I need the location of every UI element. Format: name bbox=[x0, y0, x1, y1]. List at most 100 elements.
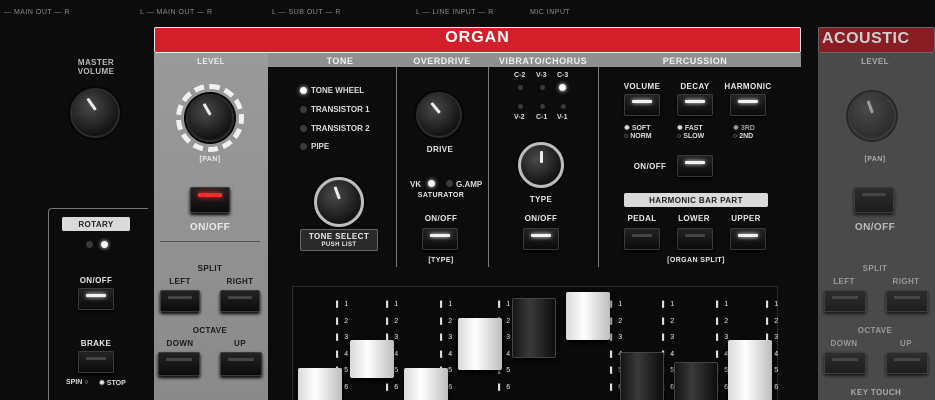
main-out-label-partial: — MAIN OUT — R bbox=[4, 9, 70, 16]
stop-label: ✹ STOP bbox=[99, 380, 126, 387]
perc-decay-button[interactable] bbox=[677, 94, 713, 116]
acoustic-on-off-button[interactable] bbox=[854, 187, 894, 213]
vibrato-type-knob[interactable] bbox=[518, 142, 564, 188]
rotary-slow-led bbox=[86, 241, 93, 248]
tone-wheel-led bbox=[300, 87, 307, 94]
acoustic-octave-down-button[interactable] bbox=[824, 352, 866, 374]
perc-harmonic-label: HARMONIC bbox=[724, 82, 772, 91]
drawbar-1[interactable] bbox=[298, 368, 342, 400]
acoustic-split-left-label: LEFT bbox=[833, 277, 855, 286]
master-volume-knob[interactable] bbox=[70, 88, 120, 138]
tone-option-1: TONE WHEEL bbox=[311, 86, 365, 95]
led-indicator bbox=[894, 358, 920, 361]
perc-volume-button[interactable] bbox=[624, 94, 660, 116]
harmonic-bar-title: HARMONIC BAR PART bbox=[649, 196, 743, 205]
drawbar-6[interactable] bbox=[566, 292, 610, 340]
upper-button[interactable] bbox=[730, 228, 766, 250]
vc-led bbox=[561, 104, 566, 109]
second-label: ○ 2ND bbox=[733, 133, 754, 140]
perc-harmonic-button[interactable] bbox=[730, 94, 766, 116]
acoustic-split-right-button[interactable] bbox=[886, 290, 928, 312]
fast-label: ✹ FAST bbox=[677, 125, 703, 132]
drive-knob[interactable] bbox=[416, 92, 462, 138]
octave-down-label: DOWN bbox=[166, 339, 194, 348]
brake-button[interactable] bbox=[78, 351, 114, 373]
line-input-label: L — LINE INPUT — R bbox=[416, 9, 494, 16]
acoustic-octave-label: OCTAVE bbox=[857, 326, 893, 335]
overdrive-on-off-label: ON/OFF bbox=[424, 214, 458, 223]
spin-label: SPIN ○ bbox=[66, 379, 89, 386]
organ-title: ORGAN bbox=[445, 29, 510, 46]
drawbar-8[interactable] bbox=[674, 362, 718, 400]
brake-label: BRAKE bbox=[80, 339, 112, 348]
tone-option-3: TRANSISTOR 2 bbox=[311, 124, 370, 133]
led-indicator bbox=[166, 358, 192, 361]
led-indicator bbox=[228, 358, 254, 361]
organ-level-knob[interactable] bbox=[186, 94, 234, 142]
upper-label: UPPER bbox=[731, 214, 761, 223]
overdrive-on-off-button[interactable] bbox=[422, 228, 458, 250]
vc-led bbox=[518, 85, 523, 90]
led-indicator bbox=[894, 296, 920, 299]
master-volume-label-2: VOLUME bbox=[77, 67, 115, 76]
vibrato-on-off-label: ON/OFF bbox=[524, 214, 558, 223]
acoustic-split-right-label: RIGHT bbox=[892, 277, 920, 286]
led-indicator bbox=[685, 234, 705, 237]
soft-label: ✹ SOFT bbox=[624, 125, 651, 132]
acoustic-level-label: LEVEL bbox=[861, 57, 889, 66]
led-indicator bbox=[832, 358, 858, 361]
acoustic-octave-down-label: DOWN bbox=[830, 339, 858, 348]
knob-pointer-icon bbox=[429, 101, 441, 114]
drawbar-2[interactable] bbox=[350, 340, 394, 378]
key-touch-label: KEY TOUCH bbox=[850, 388, 902, 397]
drawbar-7[interactable] bbox=[620, 352, 664, 400]
pipe-led bbox=[300, 143, 307, 150]
vc-led bbox=[518, 104, 523, 109]
tone-select-label: TONE SELECT bbox=[308, 232, 370, 241]
divider bbox=[396, 67, 397, 267]
led-indicator bbox=[86, 357, 106, 360]
split-left-button[interactable] bbox=[160, 290, 200, 312]
vc-top-3: C-3 bbox=[557, 72, 569, 79]
acoustic-split-left-button[interactable] bbox=[824, 290, 866, 312]
led-indicator bbox=[832, 296, 858, 299]
drawbar-5[interactable] bbox=[512, 298, 556, 358]
split-right-button[interactable] bbox=[220, 290, 260, 312]
led-indicator bbox=[632, 100, 652, 103]
lower-button[interactable] bbox=[677, 228, 713, 250]
octave-down-button[interactable] bbox=[158, 352, 200, 376]
drawbar-3[interactable] bbox=[404, 368, 448, 400]
acoustic-level-knob[interactable] bbox=[848, 92, 896, 140]
knob-pointer-icon bbox=[202, 103, 212, 116]
knob-pointer-icon bbox=[85, 97, 97, 111]
lower-label: LOWER bbox=[678, 214, 710, 223]
rotary-title: ROTARY bbox=[78, 220, 114, 229]
vc-bottom-1: V-2 bbox=[514, 114, 525, 121]
tone-select-knob[interactable] bbox=[314, 177, 364, 227]
knob-pointer-icon bbox=[866, 100, 874, 114]
transistor2-led bbox=[300, 125, 307, 132]
octave-up-button[interactable] bbox=[220, 352, 262, 376]
rotary-on-off-button[interactable] bbox=[78, 288, 114, 310]
acoustic-octave-up-label: UP bbox=[900, 339, 912, 348]
led-indicator bbox=[685, 161, 705, 164]
master-volume-label-1: MASTER bbox=[77, 58, 115, 67]
organ-split-label: SPLIT bbox=[197, 264, 223, 273]
pedal-label: PEDAL bbox=[627, 214, 657, 223]
organ-on-off-label: ON/OFF bbox=[189, 222, 231, 233]
led-indicator bbox=[168, 296, 192, 299]
push-list-label: PUSH LIST bbox=[321, 242, 357, 248]
acoustic-pan-label: [PAN] bbox=[864, 156, 886, 163]
led-indicator bbox=[632, 234, 652, 237]
gamp-label: G.AMP bbox=[456, 180, 483, 189]
acoustic-octave-up-button[interactable] bbox=[886, 352, 928, 374]
perc-on-off-button[interactable] bbox=[677, 155, 713, 177]
acoustic-on-off-label: ON/OFF bbox=[854, 222, 896, 233]
drawbar-9[interactable] bbox=[728, 340, 772, 400]
tone-option-2: TRANSISTOR 1 bbox=[311, 105, 370, 114]
drawbar-4[interactable] bbox=[458, 318, 502, 370]
vibrato-type-label: TYPE bbox=[529, 195, 553, 204]
organ-on-off-button[interactable] bbox=[190, 187, 230, 213]
vibrato-on-off-button[interactable] bbox=[523, 228, 559, 250]
pedal-button[interactable] bbox=[624, 228, 660, 250]
